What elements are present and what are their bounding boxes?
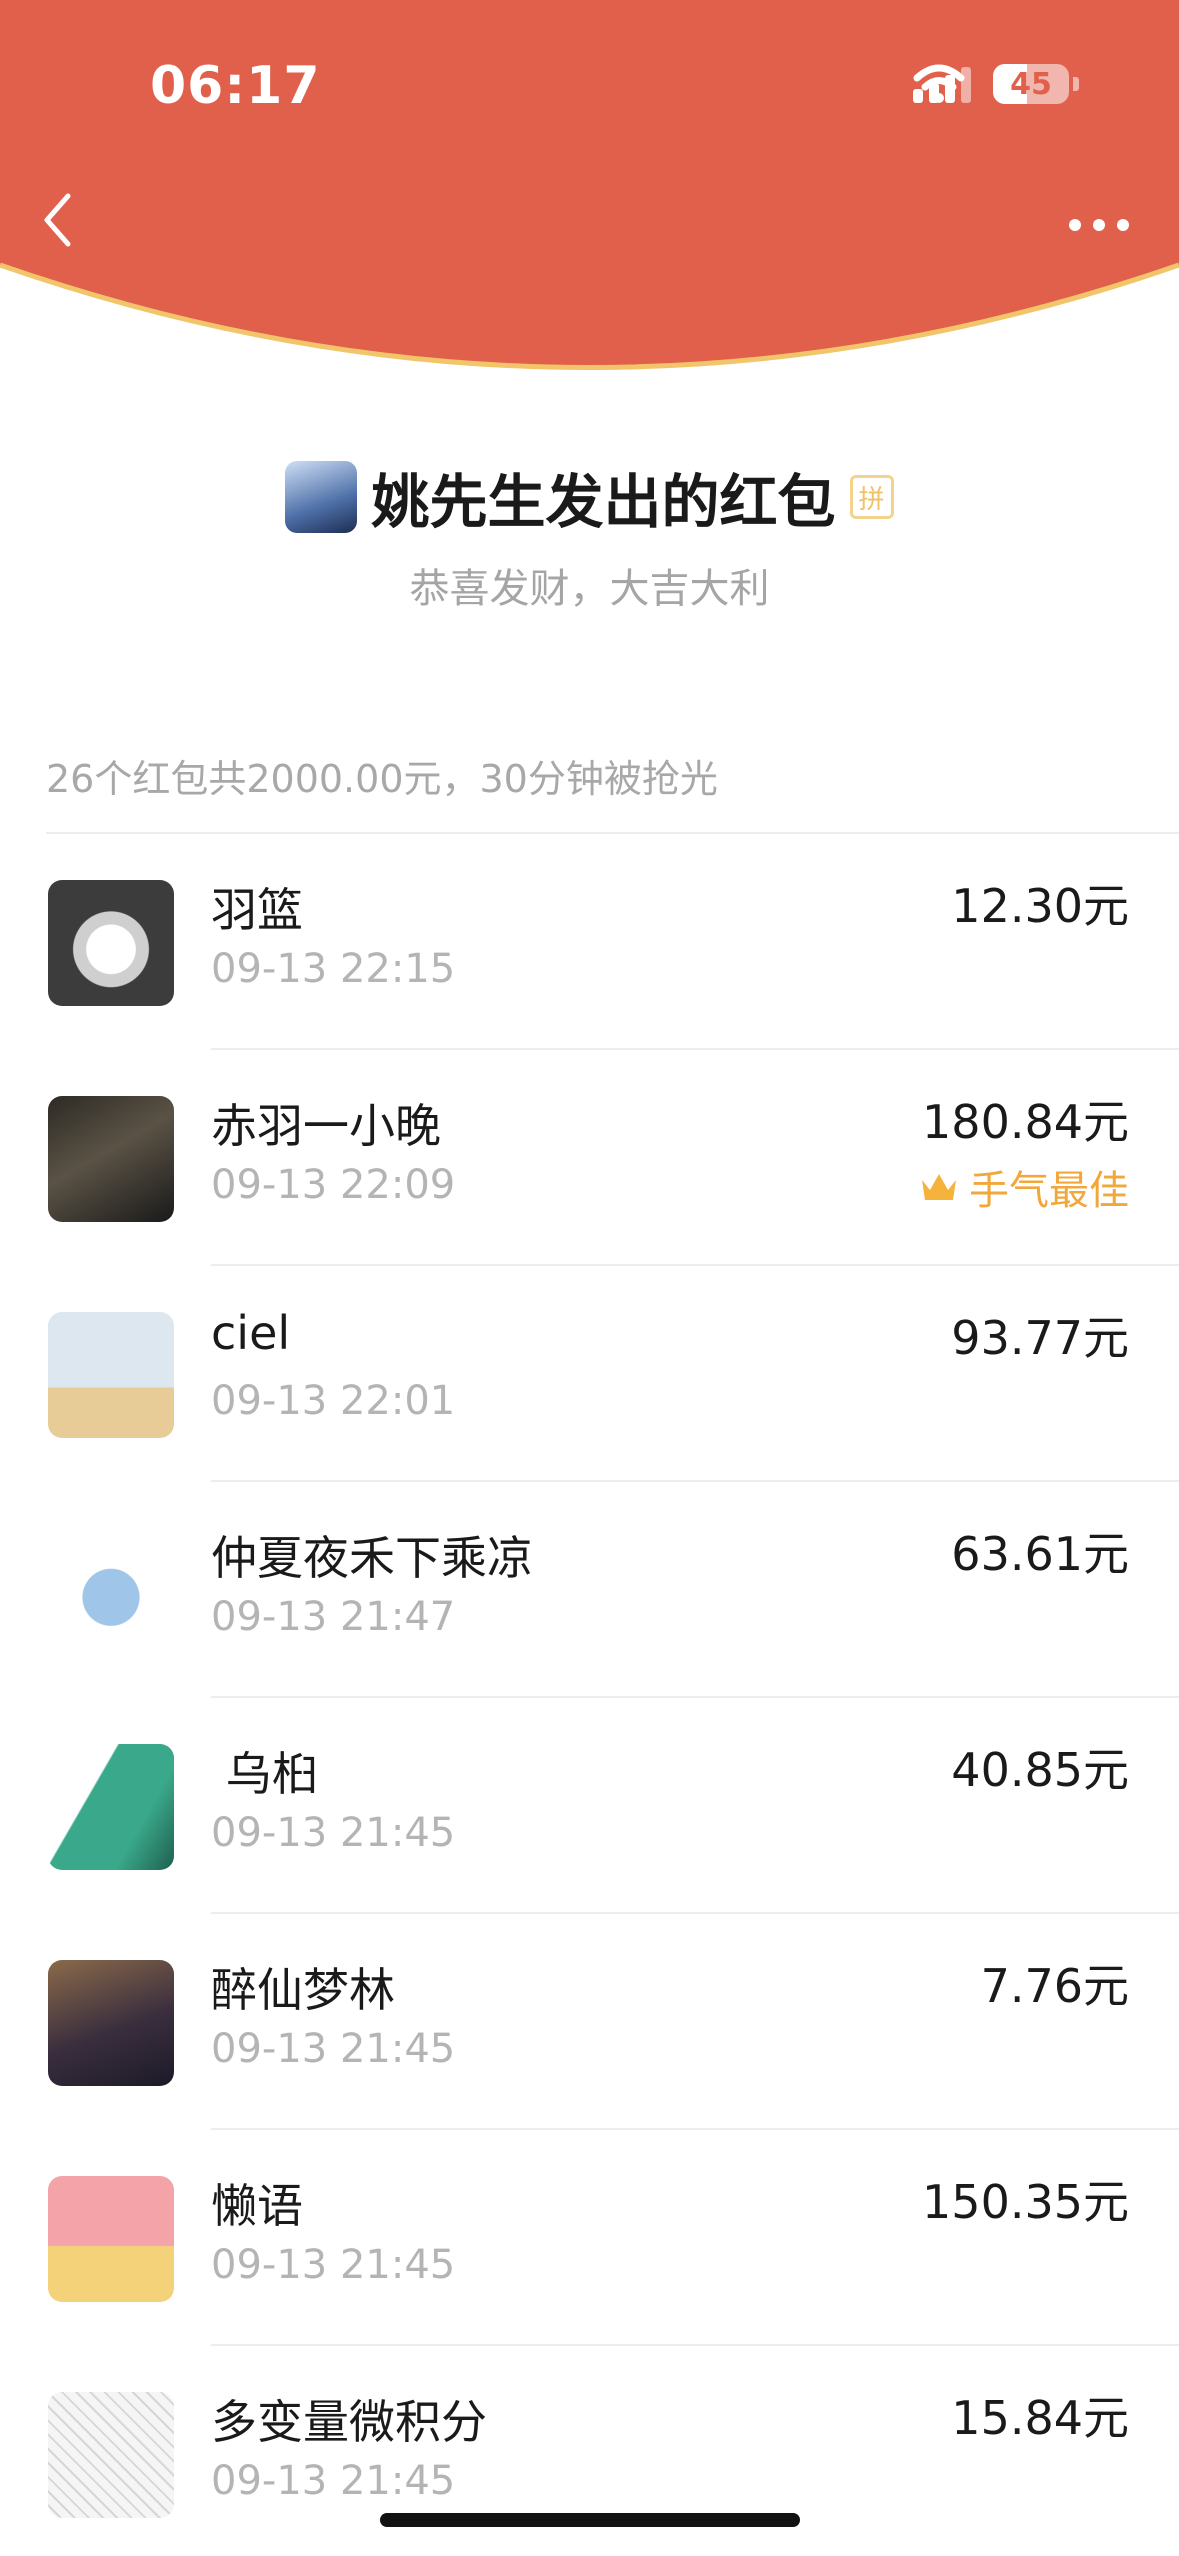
claimer-name: 乌桕	[211, 1747, 318, 1801]
best-luck-label: 手气最佳	[969, 1168, 1129, 1214]
claimer-name: 多变量微积分	[211, 2395, 487, 2449]
claim-amount: 63.61元	[951, 1527, 1129, 1581]
claim-time: 09-13 21:45	[211, 2242, 456, 2288]
more-options-button[interactable]	[1059, 200, 1139, 250]
list-item[interactable]: ciel 09-13 22:01 93.77元	[0, 1266, 1179, 1482]
back-button[interactable]	[42, 192, 92, 262]
claim-time: 09-13 21:45	[211, 2458, 456, 2504]
list-item[interactable]: 赤羽一小晚 09-13 22:09 180.84元 手气最佳	[0, 1050, 1179, 1266]
avatar[interactable]	[48, 2176, 174, 2302]
battery-icon: 45	[993, 64, 1069, 104]
avatar[interactable]	[48, 1312, 174, 1438]
status-time: 06:17	[150, 56, 321, 116]
list-item[interactable]: 醉仙梦林 09-13 21:45 7.76元	[0, 1914, 1179, 2130]
claim-time: 09-13 22:09	[211, 1162, 456, 1208]
claimer-name: 羽篮	[211, 883, 303, 937]
battery-level: 45	[1010, 66, 1052, 102]
wifi-icon	[913, 64, 965, 103]
claimer-name: 赤羽一小晚	[211, 1099, 441, 1153]
avatar[interactable]	[48, 1096, 174, 1222]
more-dots-icon	[1069, 219, 1081, 231]
crown-icon	[922, 1174, 956, 1200]
claim-amount: 7.76元	[980, 1959, 1129, 2013]
home-indicator[interactable]	[380, 2513, 800, 2527]
claim-time: 09-13 21:47	[211, 1594, 456, 1640]
best-luck-badge: 手气最佳	[919, 1158, 1129, 1216]
chevron-left-icon	[44, 193, 71, 247]
claim-time: 09-13 21:45	[211, 2026, 456, 2072]
claim-time: 09-13 21:45	[211, 1810, 456, 1856]
claimer-name: ciel	[211, 1306, 291, 1360]
avatar[interactable]	[48, 880, 174, 1006]
avatar[interactable]	[48, 1528, 174, 1654]
avatar[interactable]	[48, 1960, 174, 2086]
status-icons: 45	[913, 64, 1079, 104]
claim-list: 羽篮 09-13 22:15 12.30元 赤羽一小晚 09-13 22:09 …	[0, 834, 1179, 2556]
avatar[interactable]	[48, 1744, 174, 1870]
claim-amount: 40.85元	[951, 1743, 1129, 1797]
claim-amount: 180.84元	[922, 1095, 1129, 1149]
list-item[interactable]: 仲夏夜禾下乘凉 09-13 21:47 63.61元	[0, 1482, 1179, 1698]
claim-amount: 12.30元	[951, 879, 1129, 933]
claim-time: 09-13 22:01	[211, 1378, 456, 1424]
sender-avatar[interactable]	[285, 461, 358, 533]
pin-badge: 拼	[849, 475, 894, 519]
list-item[interactable]: 羽篮 09-13 22:15 12.30元	[0, 834, 1179, 1050]
sender-row: 姚先生发出的红包 拼	[0, 455, 1179, 539]
greeting-text: 恭喜发财，大吉大利	[409, 566, 770, 612]
avatar[interactable]	[48, 2392, 174, 2518]
summary-text: 26个红包共2000.00元，30分钟被抢光	[46, 757, 718, 801]
claimer-name: 醉仙梦林	[211, 1963, 395, 2017]
list-item[interactable]: 乌桕 09-13 21:45 40.85元	[0, 1698, 1179, 1914]
sender-title: 姚先生发出的红包	[371, 468, 836, 536]
claim-time: 09-13 22:15	[211, 946, 456, 992]
list-item[interactable]: 懒语 09-13 21:45 150.35元	[0, 2130, 1179, 2346]
claim-amount: 150.35元	[922, 2175, 1129, 2229]
red-packet-header: 06:17 45	[0, 0, 1179, 395]
claim-amount: 93.77元	[951, 1311, 1129, 1365]
battery-cap	[1073, 77, 1079, 91]
claimer-name: 仲夏夜禾下乘凉	[211, 1531, 533, 1585]
claimer-name: 懒语	[211, 2179, 303, 2233]
claim-amount: 15.84元	[951, 2391, 1129, 2445]
